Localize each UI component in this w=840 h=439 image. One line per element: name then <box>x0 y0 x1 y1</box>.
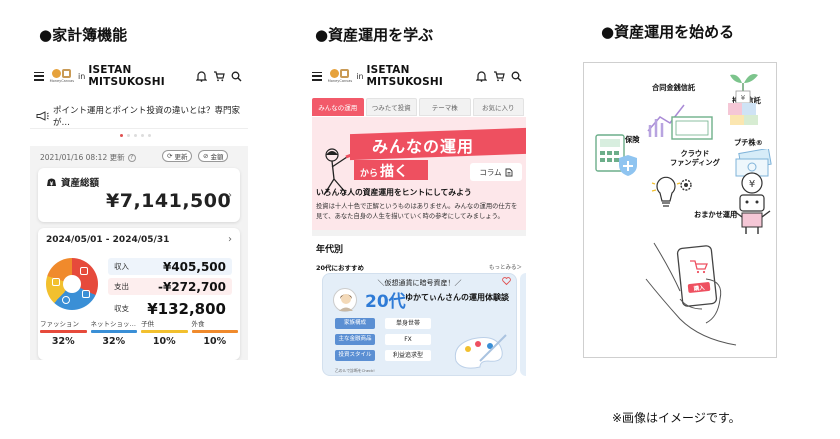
refresh-button[interactable]: ⟳ 更新 <box>162 150 193 162</box>
total-assets-value: ¥7,141,500 <box>106 190 232 212</box>
heading-learn: ●資産運用を学ぶ <box>315 26 434 44</box>
carousel-dots[interactable] <box>120 134 151 137</box>
card-title: ゆかてぃんさんの運用体験談 <box>405 293 509 302</box>
intro-headline: いろんな人の資産運用をヒントにしてみよう <box>316 188 472 197</box>
total-assets-card[interactable]: ¥ 資産総額 ¥7,141,500 › <box>38 168 240 222</box>
column-icon <box>505 168 513 176</box>
brand-in: in <box>78 71 86 81</box>
category-breakdown: ファッション 32% ネットショッ… 32% 子供 10% 外食 10% <box>30 318 248 347</box>
shirt-icon <box>80 267 88 275</box>
lightbulb-gear-icon <box>651 176 692 207</box>
cart-icon[interactable] <box>213 70 225 82</box>
card-row-style: 投資スタイル 利益追求型 <box>335 350 431 361</box>
tab-tsumitate[interactable]: つみたて投資 <box>365 98 417 116</box>
experience-card[interactable]: ＼仮想通貨に暗号資産！／ 20代 ゆかてぃんさんの運用体験談 家族構成 単身世帯 … <box>322 273 517 376</box>
megaphone-icon <box>36 110 49 121</box>
category-children[interactable]: 子供 10% <box>139 318 190 347</box>
card-note: 乙のルで診断をCheck! <box>335 368 375 373</box>
investment-blocks-illustration: ¥ <box>728 74 758 125</box>
info-icon[interactable]: ? <box>127 153 136 162</box>
brand-in: in <box>356 71 364 81</box>
bell-icon[interactable] <box>196 70 207 82</box>
card-age: 20代 <box>365 292 406 312</box>
app-header: MoneyCanvas in ISETAN MITSUKOSHI <box>30 62 248 90</box>
image-disclaimer: ※画像はイメージです。 <box>612 411 741 425</box>
child-icon <box>62 296 70 304</box>
menu-icon[interactable] <box>312 71 322 81</box>
bell-icon[interactable] <box>476 70 487 82</box>
income-row: 収入 ¥405,500 <box>108 258 232 275</box>
intro-description: 投資は十人十色で正解というものはありません。みんなの運用の仕方を見て、あなた自身… <box>316 203 518 220</box>
category-fashion[interactable]: ファッション 32% <box>38 318 89 347</box>
cart-icon[interactable] <box>493 70 505 82</box>
section-title-age: 年代別 <box>316 245 344 255</box>
avatar <box>333 288 357 312</box>
tab-theme-stocks[interactable]: テーマ株 <box>419 98 471 116</box>
amount-toggle-button[interactable]: ⊘ 金額 <box>198 150 229 162</box>
palette-illustration <box>454 334 507 369</box>
hero-title: みんなの運用 <box>372 137 475 156</box>
robot-advisor-icon: ¥ <box>733 172 771 234</box>
svg-text:¥: ¥ <box>749 179 755 190</box>
category-online-shopping[interactable]: ネットショッ… 32% <box>89 318 140 347</box>
hand-smartphone-illustration: 購入 <box>645 242 737 346</box>
svg-text:¥: ¥ <box>741 94 746 102</box>
expense-row: 支出 -¥272,700 <box>108 278 232 295</box>
money-canvas-logo: MoneyCanvas <box>328 69 352 83</box>
learn-screen: MoneyCanvas in ISETAN MITSUKOSHI みんなの運用 … <box>306 60 526 382</box>
menu-icon[interactable] <box>34 71 44 81</box>
total-assets-label: ¥ 資産総額 <box>46 175 99 189</box>
svg-text:¥: ¥ <box>50 181 54 187</box>
eye-off-icon: ⊘ <box>203 152 209 160</box>
laptop-icon <box>82 290 90 298</box>
balance-row: 収支 ¥132,800 <box>114 299 226 318</box>
card-row-family: 家族構成 単身世帯 <box>335 318 431 329</box>
updated-time: 2021/01/16 08:12 更新 ? <box>40 152 136 163</box>
more-link[interactable]: もっとみる＞ <box>489 263 522 271</box>
column-tag: コラム <box>470 163 522 181</box>
period-range: 2024/05/01 - 2024/05/31 <box>46 235 170 245</box>
heading-household: ●家計簿機能 <box>39 26 128 44</box>
food-icon <box>52 278 60 286</box>
money-canvas-logo: MoneyCanvas <box>50 69 74 83</box>
chevron-right-icon: › <box>228 190 232 201</box>
refresh-icon: ⟳ <box>167 152 173 160</box>
heading-start: ●資産運用を始める <box>601 23 735 41</box>
label-crowdfunding: クラウド ファンディング <box>670 149 720 167</box>
expense-pie-chart <box>46 258 98 310</box>
label-money-trust: 合同金銭信託 <box>652 83 696 92</box>
label-puchi-kabu: プチ株® <box>734 138 763 147</box>
category-dining[interactable]: 外食 10% <box>190 318 241 347</box>
notice-text: ポイント運用とポイント投資の違いとは？専門家が… <box>53 105 241 128</box>
calculator-shield-icon <box>595 134 637 176</box>
brand-name: ISETAN MITSUKOSHI <box>366 64 443 88</box>
app-header: MoneyCanvas in ISETAN MITSUKOSHI <box>306 62 526 90</box>
card-row-product: 主な金融商品 FX <box>335 334 431 345</box>
household-screen: MoneyCanvas in ISETAN MITSUKOSHI ポイント運用と… <box>30 60 248 360</box>
notice-banner[interactable]: ポイント運用とポイント投資の違いとは？専門家が… <box>30 103 248 129</box>
tab-favorites[interactable]: お気に入り <box>472 98 524 116</box>
search-icon[interactable] <box>511 71 522 82</box>
trust-certificate-illustration <box>647 104 713 140</box>
heart-icon[interactable] <box>502 277 511 285</box>
wallet-icon: ¥ <box>47 178 56 187</box>
card-tagline: ＼仮想通貨に暗号資産！／ <box>377 279 462 287</box>
content-tabs: みんなの運用 つみたて投資 テーマ株 お気に入り <box>312 98 526 116</box>
chevron-right-icon: › <box>228 234 232 245</box>
tab-everyone[interactable]: みんなの運用 <box>312 98 364 116</box>
start-illustration: 合同金銭信託 投資信託 保険 プチ株® クラウド ファンディング おまかせ運用 … <box>583 62 777 358</box>
subsection-20s: 20代におすすめ <box>316 264 365 272</box>
brand-name: ISETAN MITSUKOSHI <box>88 64 165 88</box>
search-icon[interactable] <box>231 71 242 82</box>
